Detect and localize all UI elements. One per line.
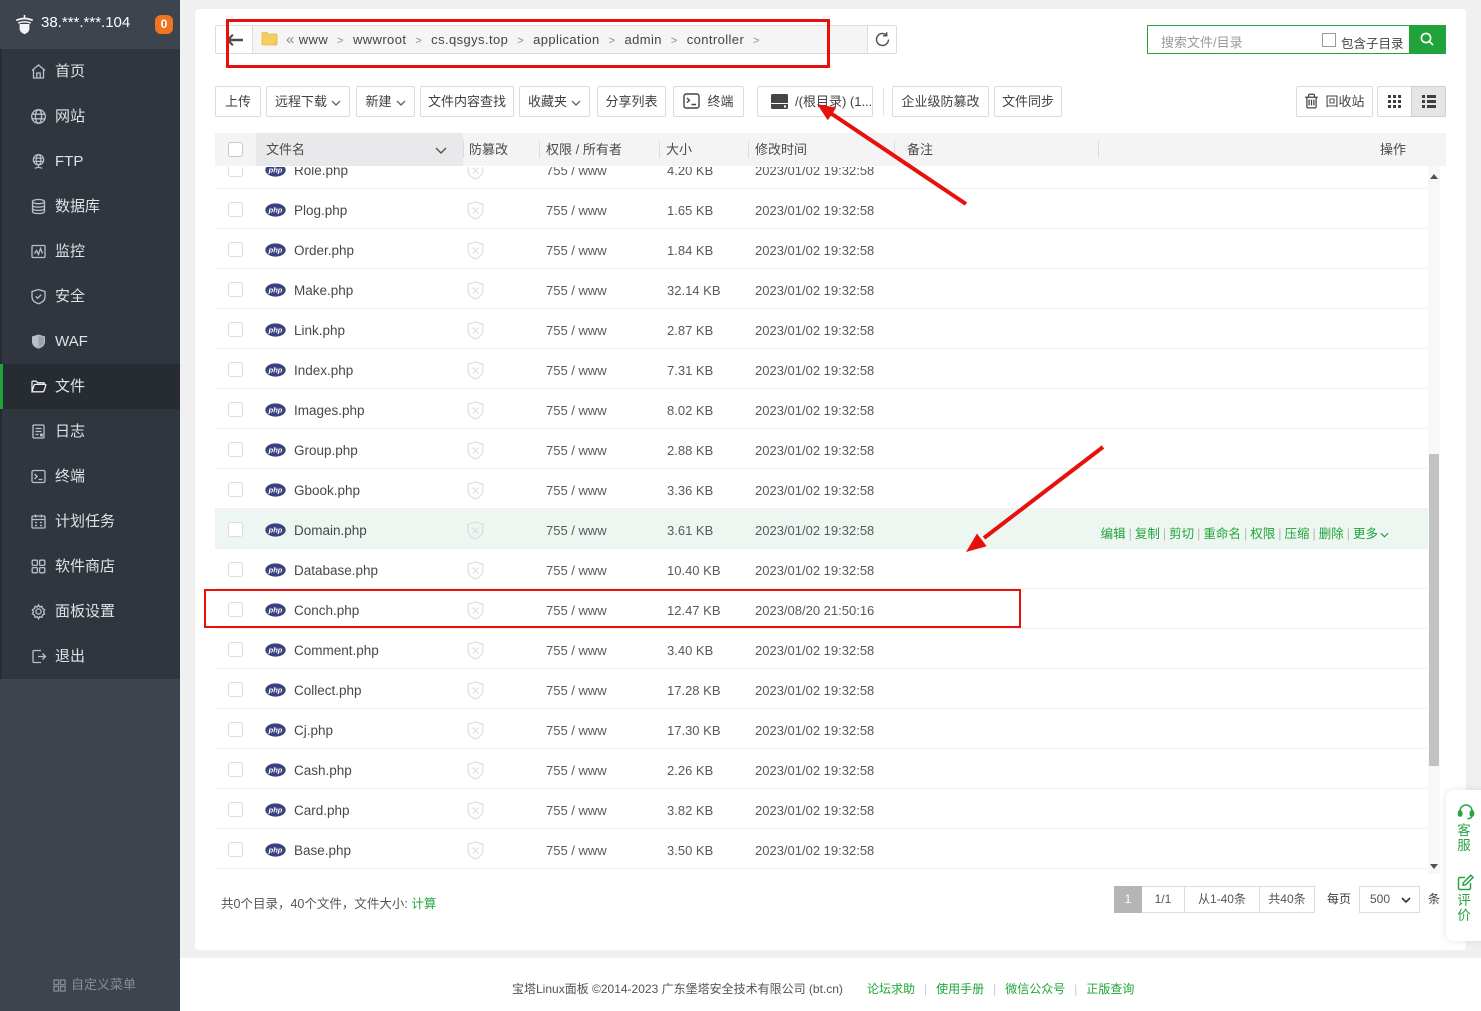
svg-text:php: php [268, 206, 283, 215]
svg-text:php: php [268, 686, 283, 695]
svg-text:php: php [268, 167, 283, 175]
svg-text:php: php [268, 726, 283, 735]
svg-text:php: php [268, 566, 283, 575]
svg-text:php: php [268, 646, 283, 655]
svg-text:php: php [268, 806, 283, 815]
svg-text:php: php [268, 406, 283, 415]
svg-text:php: php [268, 486, 283, 495]
svg-text:php: php [268, 286, 283, 295]
svg-text:php: php [268, 446, 283, 455]
svg-text:php: php [268, 846, 283, 855]
svg-text:php: php [268, 766, 283, 775]
svg-text:php: php [268, 246, 283, 255]
svg-text:php: php [268, 326, 283, 335]
svg-text:php: php [268, 366, 283, 375]
svg-text:php: php [268, 526, 283, 535]
